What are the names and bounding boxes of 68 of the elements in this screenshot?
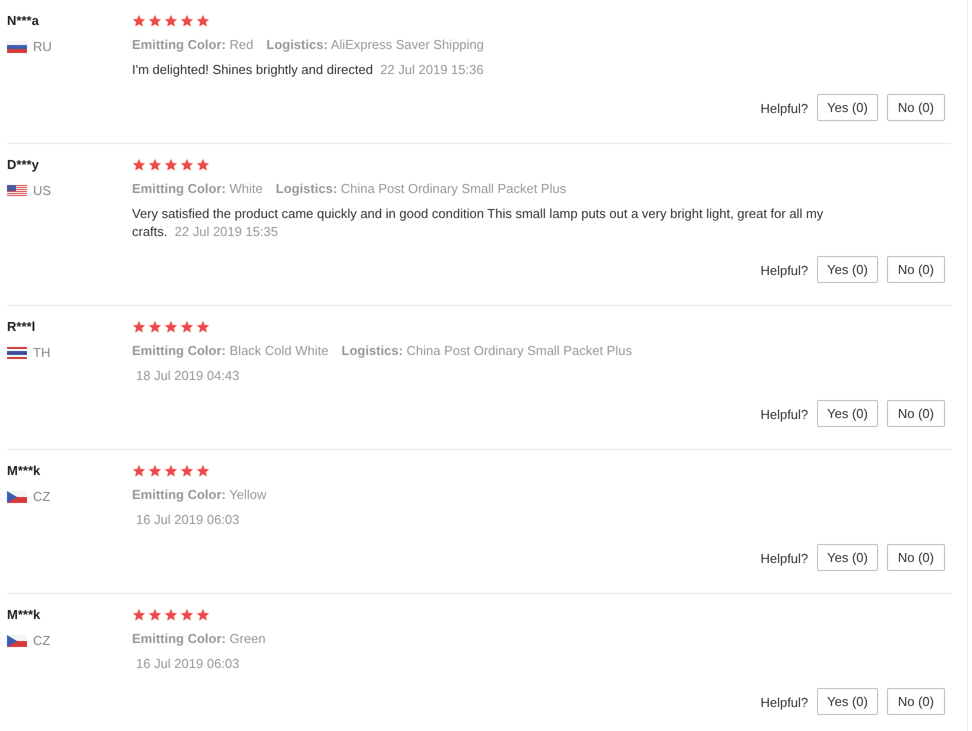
country-code: US <box>33 182 52 200</box>
star-icon <box>196 158 210 172</box>
no-button[interactable]: No (0) <box>886 94 945 121</box>
no-button[interactable]: No (0) <box>886 688 945 715</box>
review-attribute: Emitting Color: Black Cold White <box>132 342 328 360</box>
star-icon <box>196 608 210 622</box>
country-code: CZ <box>33 632 50 650</box>
helpful-label: Helpful? <box>760 262 808 280</box>
yes-button[interactable]: Yes (0) <box>817 688 878 715</box>
yes-button[interactable]: Yes (0) <box>817 544 878 571</box>
star-icon <box>164 320 178 334</box>
star-icon <box>164 14 178 28</box>
review-attribute: Logistics: China Post Ordinary Small Packet Plus <box>276 180 566 198</box>
star-icon <box>180 14 194 28</box>
review-text: 18 Jul 2019 04:43 <box>135 367 240 385</box>
star-icon <box>132 158 146 172</box>
star-icon <box>180 608 194 622</box>
star-icon <box>164 464 178 478</box>
star-icon <box>132 464 146 478</box>
flag-icon <box>7 635 27 647</box>
star-icon <box>196 464 210 478</box>
flag-icon <box>7 347 27 359</box>
review-attribute: Emitting Color: Red <box>132 36 254 54</box>
review-attribute: Emitting Color: Yellow <box>132 486 266 504</box>
review-attribute: Logistics: China Post Ordinary Small Packet Plus <box>342 342 632 360</box>
country-code: CZ <box>33 488 50 506</box>
yes-button[interactable]: Yes (0) <box>817 256 878 283</box>
review-attribute: Emitting Color: White <box>132 180 263 198</box>
star-icon <box>196 320 210 334</box>
star-icon <box>180 158 194 172</box>
flag-icon <box>7 185 27 197</box>
star-icon <box>196 14 210 28</box>
yes-button[interactable]: Yes (0) <box>817 94 878 121</box>
country-code: RU <box>33 38 52 56</box>
reviewer-name: M***k <box>7 462 40 480</box>
review-attribute: Emitting Color: Green <box>132 630 266 648</box>
helpful-label: Helpful? <box>760 100 808 118</box>
star-icon <box>164 608 178 622</box>
flag-icon <box>7 491 27 503</box>
no-button[interactable]: No (0) <box>886 256 945 283</box>
helpful-label: Helpful? <box>760 550 808 568</box>
reviewer-name: N***a <box>7 12 39 30</box>
star-icon <box>132 320 146 334</box>
star-icon <box>148 464 162 478</box>
star-icon <box>164 158 178 172</box>
review-text: 16 Jul 2019 06:03 <box>135 511 240 529</box>
no-button[interactable]: No (0) <box>886 400 945 427</box>
star-icon <box>180 320 194 334</box>
yes-button[interactable]: Yes (0) <box>817 400 878 427</box>
star-icon <box>132 14 146 28</box>
review-attribute: Logistics: AliExpress Saver Shipping <box>266 36 484 54</box>
reviewer-name: D***y <box>7 156 39 174</box>
star-icon <box>148 14 162 28</box>
reviewer-name: R***l <box>7 318 36 336</box>
star-icon <box>148 608 162 622</box>
flag-icon <box>7 41 27 53</box>
star-icon <box>180 464 194 478</box>
reviewer-name: M***k <box>7 606 40 624</box>
star-icon <box>132 608 146 622</box>
review-text: Very satisfied the product came quickly and in good condition This small lamp puts out a very bright light, great for all my crafts. 22 Jul 2019 15:35 <box>132 205 824 241</box>
star-icon <box>148 320 162 334</box>
review-text: 16 Jul 2019 06:03 <box>135 655 240 673</box>
country-code: TH <box>33 344 50 362</box>
helpful-label: Helpful? <box>760 694 808 712</box>
helpful-label: Helpful? <box>760 406 808 424</box>
review-text: I'm delighted! Shines brightly and directed 22 Jul 2019 15:36 <box>132 61 485 79</box>
no-button[interactable]: No (0) <box>886 544 945 571</box>
star-icon <box>148 158 162 172</box>
